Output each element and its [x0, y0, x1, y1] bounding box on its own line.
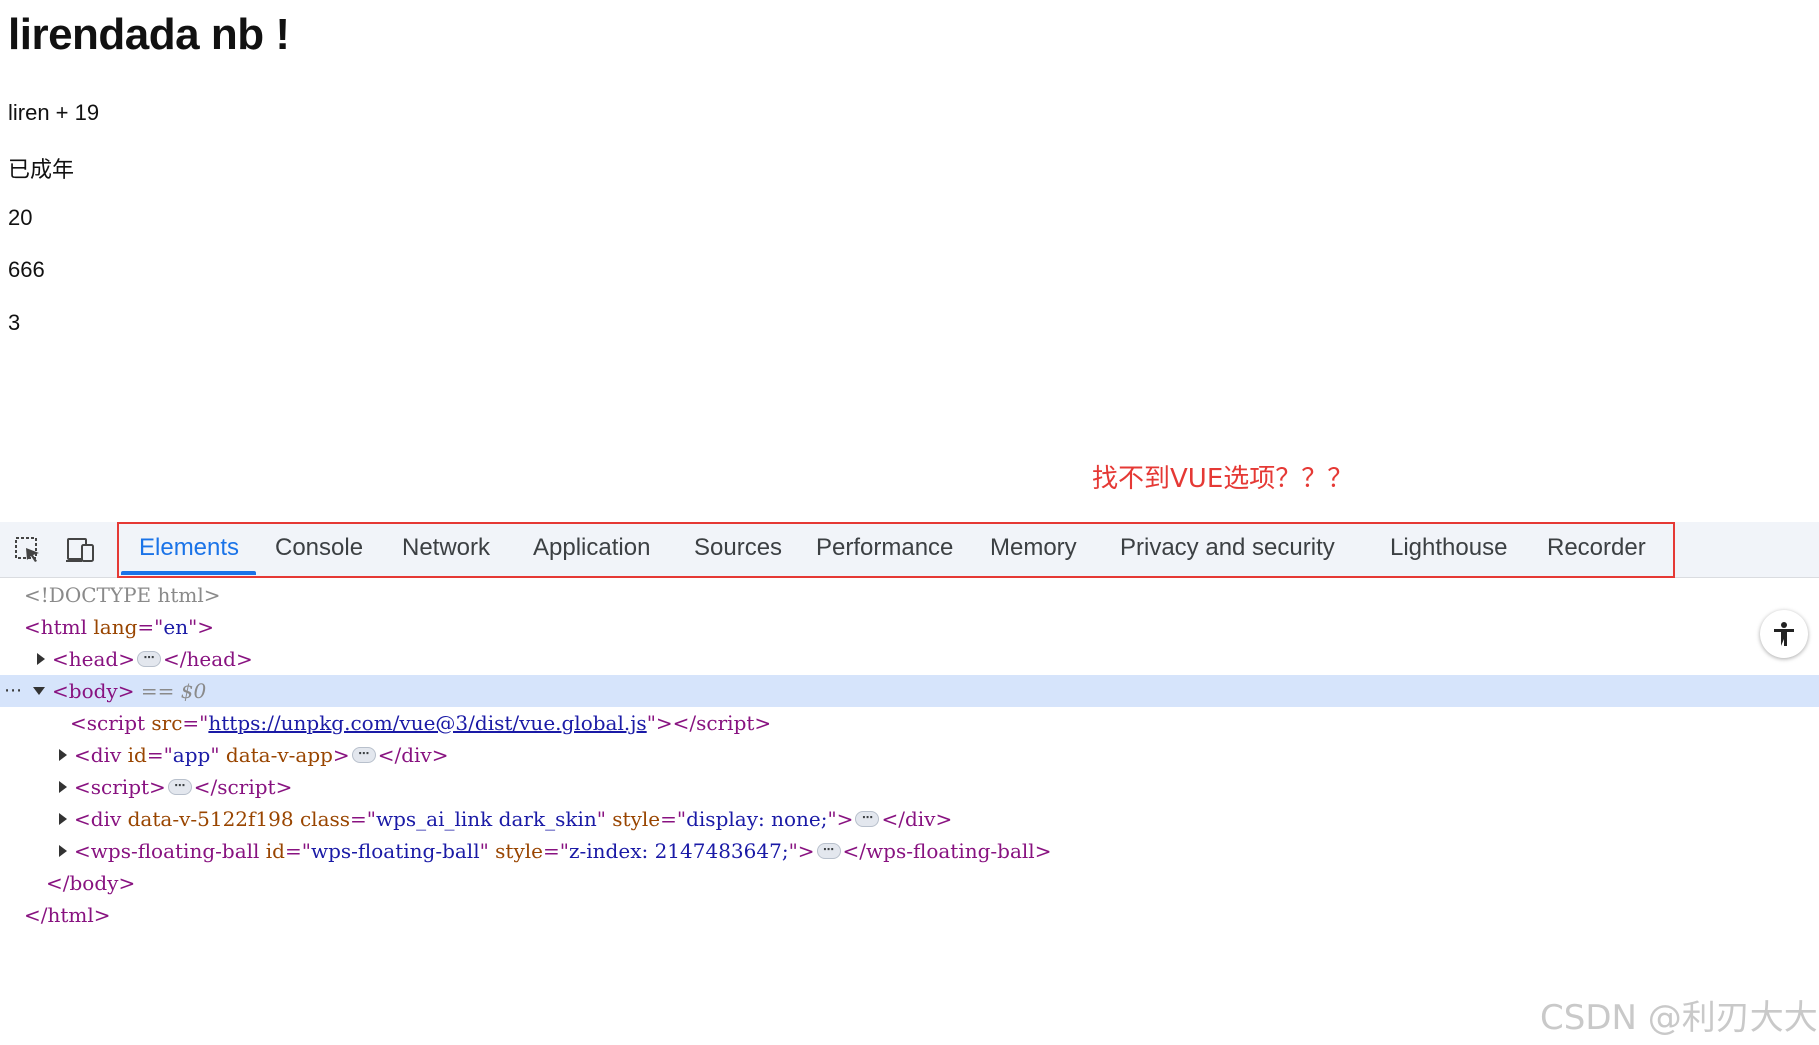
ellipsis-icon[interactable]: ⋯ [816, 842, 841, 859]
paragraph-number: 666 [8, 257, 45, 282]
html-close-tag: </html> [24, 903, 111, 927]
ellipsis-icon[interactable]: ⋯ [167, 778, 192, 795]
head-tag-name: head [68, 647, 119, 671]
dom-node-body-selected[interactable]: ⋯ <body> == $0 [0, 675, 1819, 707]
dom-node-div-wps-ai-link[interactable]: <div data-v-5122f198 class="wps_ai_link … [0, 803, 1819, 835]
html-tag-name: html [40, 615, 88, 639]
html-attr-name: lang [93, 615, 138, 639]
expand-arrow-icon[interactable] [59, 749, 67, 761]
body-tag-name: body [68, 679, 118, 703]
dom-node-body-close[interactable]: </body> [0, 867, 1819, 899]
paragraph-age: 20 [8, 205, 33, 230]
inspect-element-icon[interactable] [11, 534, 45, 566]
expand-arrow-icon[interactable] [59, 781, 67, 793]
paragraph-count: 3 [8, 310, 21, 335]
doctype-text: <!DOCTYPE html> [24, 583, 221, 607]
dom-node-head[interactable]: <head> ⋯ </head> [0, 643, 1819, 675]
tab-performance[interactable]: Performance [816, 534, 953, 562]
expand-arrow-icon[interactable] [59, 845, 67, 857]
ellipsis-icon[interactable]: ⋯ [351, 746, 376, 763]
collapse-arrow-icon[interactable] [33, 687, 45, 695]
tab-elements[interactable]: Elements [139, 534, 239, 562]
expand-arrow-icon[interactable] [59, 813, 67, 825]
tab-lighthouse[interactable]: Lighthouse [1390, 534, 1507, 562]
elements-dom-tree: <!DOCTYPE html> <html lang="en"> <head> ⋯… [0, 579, 1819, 1045]
row-menu-icon[interactable]: ⋯ [4, 675, 23, 707]
tab-privacy-and-security[interactable]: Privacy and security [1120, 534, 1335, 562]
paragraph-name-age: liren + 19 [8, 100, 100, 125]
tab-recorder[interactable]: Recorder [1547, 534, 1646, 562]
html-attr-value: en [163, 615, 189, 639]
ellipsis-icon[interactable]: ⋯ [855, 810, 880, 827]
dom-node-script-src[interactable]: <script src="https://unpkg.com/vue@3/dis… [0, 707, 1819, 739]
tab-console[interactable]: Console [275, 534, 363, 562]
tab-memory[interactable]: Memory [990, 534, 1077, 562]
dom-node-div-app[interactable]: <div id="app" data-v-app> ⋯ </div> [0, 739, 1819, 771]
ellipsis-icon[interactable]: ⋯ [136, 650, 161, 667]
tab-sources[interactable]: Sources [694, 534, 782, 562]
page-heading: lirendada nb ! [8, 10, 290, 59]
dom-node-html[interactable]: <html lang="en"> [0, 611, 1819, 643]
script-src-link[interactable]: https://unpkg.com/vue@3/dist/vue.global.… [208, 711, 646, 735]
expand-arrow-icon[interactable] [37, 653, 45, 665]
dom-node-html-close[interactable]: </html> [0, 899, 1819, 931]
device-toolbar-icon[interactable] [63, 534, 97, 566]
tab-network[interactable]: Network [402, 534, 490, 562]
dom-node-doctype[interactable]: <!DOCTYPE html> [0, 579, 1819, 611]
rendered-page: lirendada nb ! liren + 19 已成年 20 666 3 找… [0, 0, 1819, 522]
paragraph-adult-status: 已成年 [8, 157, 75, 182]
selected-node-marker: == $0 [140, 679, 207, 703]
tab-application[interactable]: Application [533, 534, 650, 562]
devtools-panel: Elements Console Network Application Sou… [0, 522, 1819, 1045]
devtools-toolbar: Elements Console Network Application Sou… [0, 522, 1819, 578]
active-tab-indicator [121, 571, 256, 575]
csdn-watermark: CSDN @利刃大大 [1540, 998, 1818, 1038]
dom-node-wps-floating-ball[interactable]: <wps-floating-ball id="wps-floating-ball… [0, 835, 1819, 867]
dom-node-script-inline[interactable]: <script> ⋯ </script> [0, 771, 1819, 803]
annotation-text: 找不到VUE选项？？？ [1092, 464, 1354, 494]
body-close-tag: </body> [46, 871, 136, 895]
accessibility-icon[interactable] [1760, 610, 1808, 658]
